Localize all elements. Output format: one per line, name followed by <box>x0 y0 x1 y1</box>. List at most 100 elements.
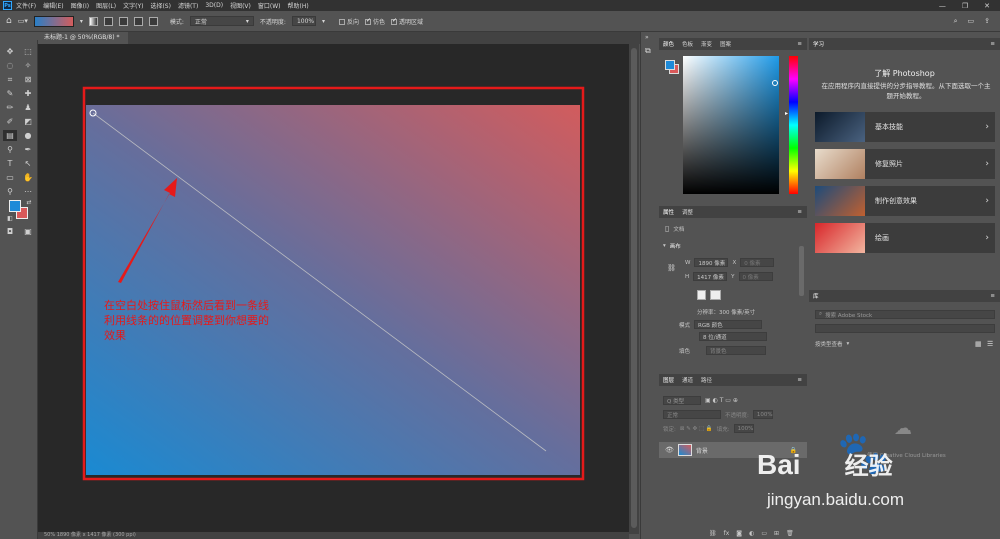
reflected-gradient-button[interactable] <box>133 16 143 26</box>
menu-filter[interactable]: 滤镜(T) <box>178 1 198 10</box>
menu-type[interactable]: 文字(Y) <box>123 1 143 10</box>
canvas-section-header[interactable]: ▾ 画布 <box>663 242 681 250</box>
default-colors-icon[interactable]: ◧ <box>3 213 17 224</box>
learn-card-creative[interactable]: 制作创意效果 › <box>815 186 995 216</box>
menu-edit[interactable]: 编辑(E) <box>43 1 63 10</box>
layer-opacity-field[interactable]: 100% <box>752 410 773 419</box>
tab-layers[interactable]: 图层 <box>663 376 674 384</box>
menu-file[interactable]: 文件(F) <box>16 1 36 10</box>
learn-card-painting[interactable]: 绘画 › <box>815 223 995 253</box>
stamp-tool-icon[interactable]: ♟ <box>21 102 35 113</box>
angle-gradient-button[interactable] <box>118 16 128 26</box>
restore-button[interactable]: ❐ <box>962 2 968 10</box>
portrait-orientation-button[interactable] <box>697 290 706 300</box>
y-field[interactable]: 0 像素 <box>738 272 773 281</box>
panel-scrollbar[interactable] <box>629 44 639 534</box>
panel-menu-icon[interactable]: ≡ <box>797 41 807 47</box>
search-icon[interactable]: ⌕ <box>954 17 958 26</box>
diamond-gradient-button[interactable] <box>148 16 158 26</box>
pen-tool-icon[interactable]: ✒ <box>21 144 35 155</box>
color-picker-cursor[interactable] <box>772 80 778 86</box>
panel-menu-icon[interactable]: ≡ <box>990 41 1000 47</box>
layer-fill-field[interactable]: 100% <box>733 424 754 433</box>
tab-properties[interactable]: 属性 <box>663 208 674 216</box>
menu-view[interactable]: 视图(V) <box>230 1 251 10</box>
home-icon[interactable]: ⌂ <box>6 16 12 26</box>
menu-select[interactable]: 选择(S) <box>150 1 171 10</box>
scrollbar-thumb[interactable] <box>631 48 637 528</box>
panel-menu-icon[interactable]: ≡ <box>797 377 807 383</box>
tool-preset-icon[interactable]: ▭▾ <box>18 17 28 25</box>
artboard-tool-icon[interactable]: ⬚ <box>21 46 35 57</box>
hue-slider-handle-icon[interactable]: ▸ <box>785 110 788 117</box>
type-tool-icon[interactable]: T <box>3 158 17 169</box>
share-icon[interactable]: ⇪ <box>984 17 990 26</box>
landscape-orientation-button[interactable] <box>710 290 721 300</box>
tab-channels[interactable]: 通道 <box>682 376 693 384</box>
gradient-picker[interactable] <box>33 15 74 27</box>
rectangle-tool-icon[interactable]: ▭ <box>3 172 17 183</box>
radial-gradient-button[interactable] <box>103 16 113 26</box>
brush-tool-icon[interactable]: ✏ <box>3 102 17 113</box>
quick-mask-icon[interactable]: ◘ <box>3 226 17 237</box>
dodge-tool-icon[interactable]: ⚲ <box>3 144 17 155</box>
reverse-checkbox[interactable]: 反向 <box>338 17 359 26</box>
tab-adjustments[interactable]: 调整 <box>682 208 693 216</box>
fill-select[interactable]: 背景色 <box>706 346 767 355</box>
screen-mode-icon[interactable]: ▣ <box>21 226 35 237</box>
hue-slider[interactable]: ▸ <box>785 56 798 194</box>
width-field[interactable]: 1890 像素 <box>694 258 729 267</box>
history-brush-icon[interactable]: ✐ <box>3 116 17 127</box>
close-window-button[interactable]: ✕ <box>984 2 990 10</box>
magic-wand-icon[interactable]: ✧ <box>21 60 35 71</box>
tab-paths[interactable]: 路径 <box>701 376 712 384</box>
library-search-input[interactable]: ⌕ 搜索 Adobe Stock <box>815 310 995 319</box>
frame-tool-icon[interactable]: ⊠ <box>21 74 35 85</box>
grid-view-icon[interactable]: ▦ <box>975 340 982 348</box>
menu-3d[interactable]: 3D(D) <box>205 2 223 9</box>
document-tab[interactable]: 未标题-1 @ 50%(RGB/8) * ✕ <box>38 32 128 53</box>
menu-window[interactable]: 窗口(W) <box>258 1 281 10</box>
menu-layer[interactable]: 图层(L) <box>96 1 116 10</box>
spot-heal-icon[interactable]: ✚ <box>21 88 35 99</box>
saturation-value-field[interactable] <box>683 56 779 194</box>
tab-gradients[interactable]: 渐变 <box>701 40 712 48</box>
tab-patterns[interactable]: 图案 <box>720 40 731 48</box>
lock-icons[interactable]: ⊠ ✎ ✥ ⬚ 🔒 <box>680 426 713 432</box>
link-layers-icon[interactable]: ⛓ <box>709 530 717 537</box>
eraser-icon[interactable]: ◩ <box>21 116 35 127</box>
eye-icon[interactable]: 👁 <box>665 446 674 454</box>
tab-learn[interactable]: 学习 <box>813 40 824 48</box>
link-dimensions-icon[interactable]: ⛓ <box>667 264 676 272</box>
height-field[interactable]: 1417 像素 <box>693 272 728 281</box>
eyedropper-icon[interactable]: ✎ <box>3 88 17 99</box>
chevron-down-icon[interactable]: ▾ <box>322 18 325 25</box>
filter-icons[interactable]: ▣ ◐ T ▭ ⊕ <box>705 397 738 404</box>
lasso-tool-icon[interactable]: ◌ <box>3 60 17 71</box>
adjustment-layer-icon[interactable]: ◐ <box>749 530 754 537</box>
panel-menu-icon[interactable]: ≡ <box>990 293 1000 299</box>
tab-swatches[interactable]: 色板 <box>682 40 693 48</box>
menu-help[interactable]: 帮助(H) <box>288 1 309 10</box>
minimize-button[interactable]: — <box>939 2 946 10</box>
layer-filter-select[interactable]: Q 类型 <box>663 396 701 405</box>
learn-card-fix-photos[interactable]: 修复照片 › <box>815 149 995 179</box>
workspace-icon[interactable]: ▭ <box>968 17 975 26</box>
collapse-panels-icon[interactable]: » <box>645 34 649 41</box>
bit-depth-select[interactable]: 8 位/通道 <box>699 332 767 341</box>
tab-color[interactable]: 颜色 <box>663 40 674 48</box>
move-tool-icon[interactable]: ✥ <box>3 46 17 57</box>
path-select-icon[interactable]: ↖ <box>21 158 35 169</box>
chevron-down-icon[interactable]: ▾ <box>80 18 83 25</box>
swap-colors-icon[interactable]: ⇄ <box>22 197 36 208</box>
fx-icon[interactable]: fx <box>724 530 730 537</box>
add-mask-icon[interactable]: ◙ <box>736 530 742 537</box>
blend-mode-select[interactable]: 正常 <box>663 410 721 419</box>
mode-select[interactable]: 正常 ▾ <box>189 16 254 26</box>
view-by-type-row[interactable]: 按类型查看 ▾ <box>815 340 849 348</box>
blur-tool-icon[interactable]: ● <box>21 130 35 141</box>
properties-scrollbar[interactable] <box>799 246 804 296</box>
library-select[interactable] <box>815 324 995 333</box>
gradient-tool-icon[interactable]: ▤ <box>3 130 17 141</box>
history-panel-icon[interactable]: ⧉ <box>645 46 651 56</box>
